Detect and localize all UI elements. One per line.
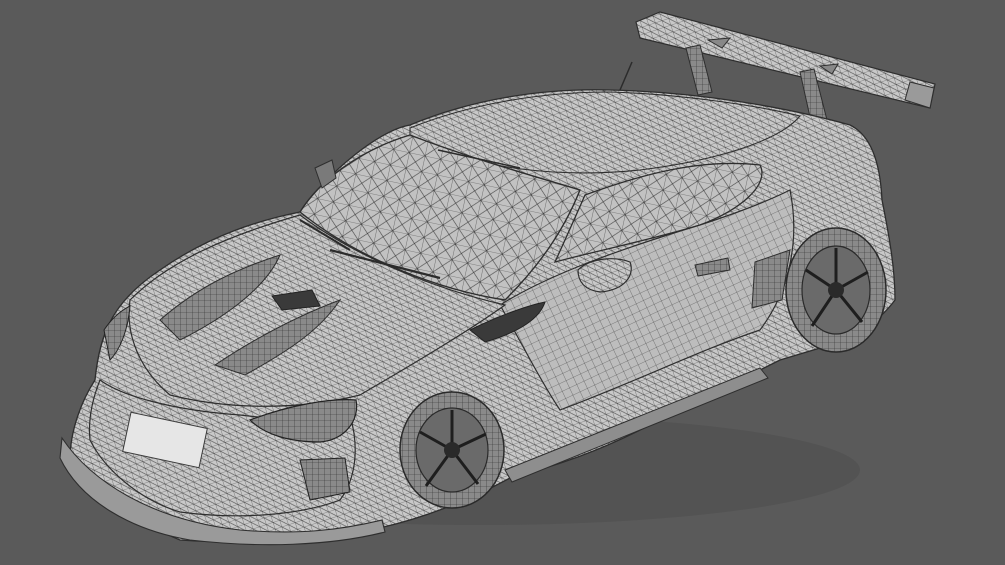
viewport xyxy=(0,0,1005,565)
car-wireframe-render xyxy=(59,11,936,546)
front-wheel xyxy=(399,391,505,509)
rear-wheel xyxy=(785,227,887,353)
